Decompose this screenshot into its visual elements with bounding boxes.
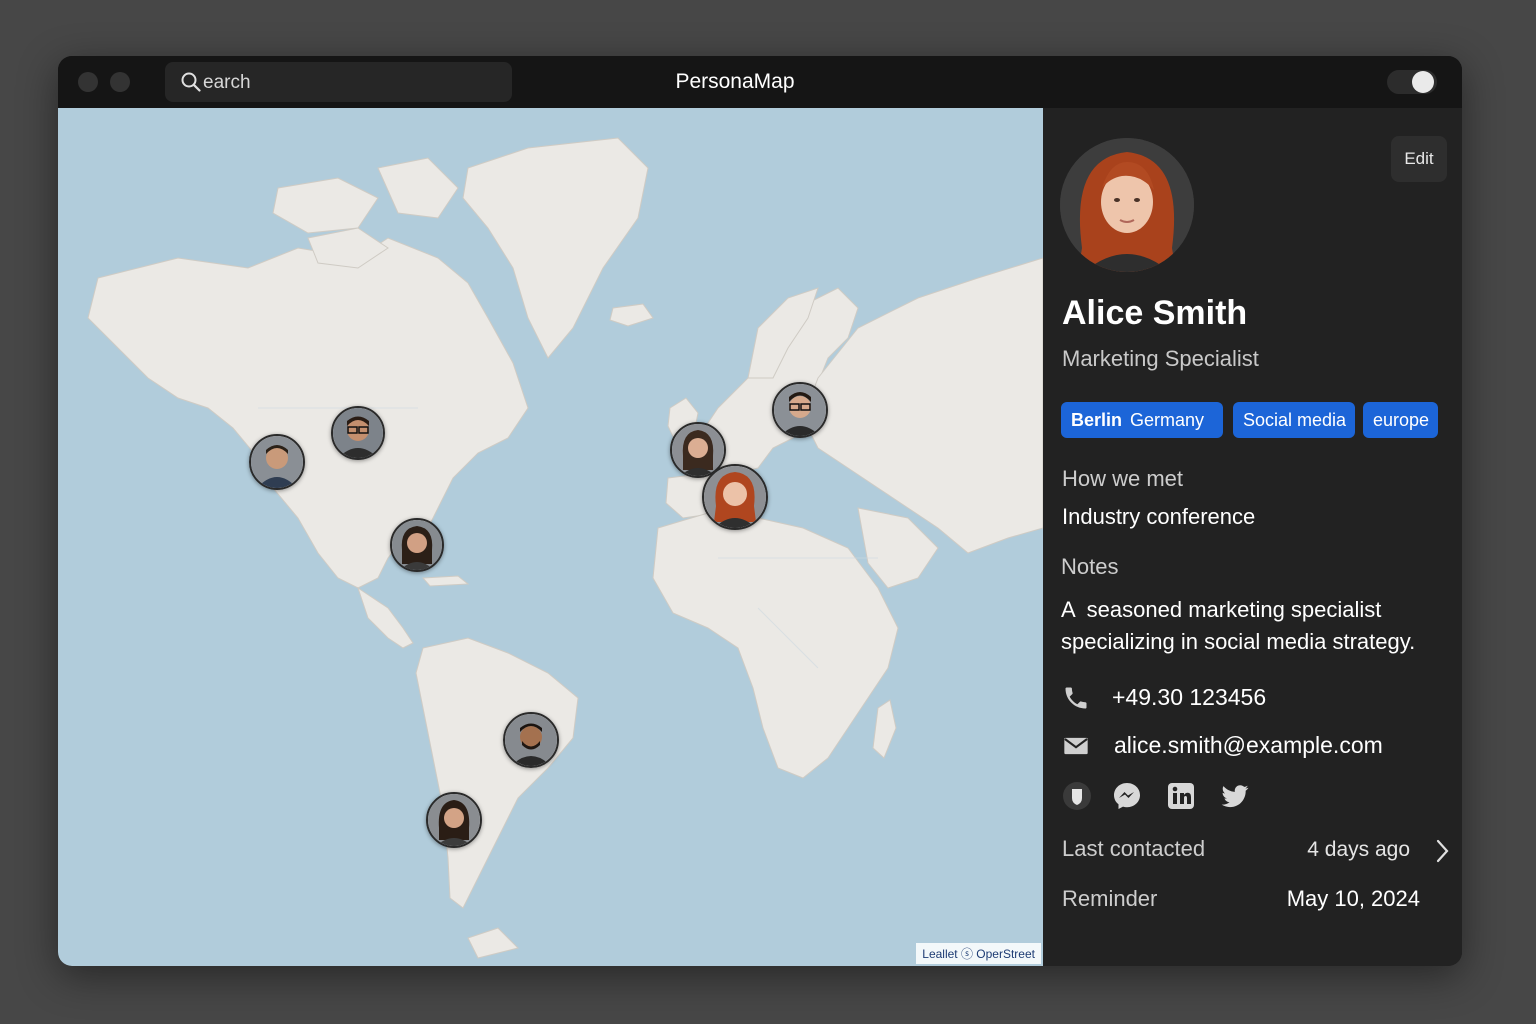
map-pin-argentina-contact[interactable] xyxy=(426,792,482,848)
avatar xyxy=(1060,138,1194,272)
mail-icon xyxy=(1064,737,1088,755)
reminder-value[interactable]: May 10, 2024 xyxy=(1287,886,1420,912)
how-we-met-value: Industry conference xyxy=(1062,504,1256,529)
app-window: earch PersonaMap Leallet ⓢ OperStreet Ed… xyxy=(58,56,1462,966)
how-we-met-label: How we met xyxy=(1062,466,1184,491)
notes-label: Notes xyxy=(1061,554,1119,579)
tag-location-country: Germany xyxy=(1130,410,1205,430)
linkedin-icon[interactable] xyxy=(1165,780,1197,812)
contact-detail-panel: Edit Alice Smith Marketing Specialist Be… xyxy=(1043,108,1462,966)
title-bar: earch PersonaMap xyxy=(58,56,1462,108)
theme-toggle[interactable] xyxy=(1387,70,1437,94)
phone-icon xyxy=(1065,687,1087,709)
twitter-icon[interactable] xyxy=(1219,780,1251,812)
messenger-icon[interactable] xyxy=(1111,780,1143,812)
tag-europe[interactable]: europe xyxy=(1363,402,1438,438)
map-pin-west-coast-contact[interactable] xyxy=(249,434,305,490)
toggle-knob xyxy=(1412,71,1434,93)
map-pin-alice-smith[interactable] xyxy=(702,464,768,530)
contact-name: Alice Smith xyxy=(1062,294,1248,332)
tag-location[interactable]: Berlin Germany xyxy=(1061,402,1223,438)
last-contacted-value: 4 days ago xyxy=(1307,838,1410,861)
map-pin-east-us-contact[interactable] xyxy=(390,518,444,572)
last-contacted-label: Last contacted xyxy=(1062,836,1206,861)
map-attribution[interactable]: Leallet ⓢ OperStreet xyxy=(916,943,1041,964)
tag-social-media[interactable]: Social media xyxy=(1233,402,1355,438)
edit-button[interactable]: Edit xyxy=(1391,136,1447,182)
tag-location-city: Berlin xyxy=(1071,410,1123,430)
map-land-layer xyxy=(87,137,1043,959)
world-map[interactable]: Leallet ⓢ OperStreet xyxy=(58,108,1043,966)
reminder-label: Reminder xyxy=(1062,886,1158,911)
notes-text: A seasoned marketing specialist speciali… xyxy=(1061,597,1416,654)
phone-number: +49.30 123456 xyxy=(1112,684,1267,710)
app-title: PersonaMap xyxy=(675,70,795,93)
shield-icon[interactable] xyxy=(1061,780,1093,812)
contact-title: Marketing Specialist xyxy=(1062,346,1259,371)
email-address: alice.smith@example.com xyxy=(1114,732,1383,758)
map-pin-midwest-contact[interactable] xyxy=(331,406,385,460)
map-pin-brazil-contact[interactable] xyxy=(503,712,559,768)
chevron-right-icon[interactable] xyxy=(1435,838,1451,864)
map-pin-scandinavia-contact[interactable] xyxy=(772,382,828,438)
